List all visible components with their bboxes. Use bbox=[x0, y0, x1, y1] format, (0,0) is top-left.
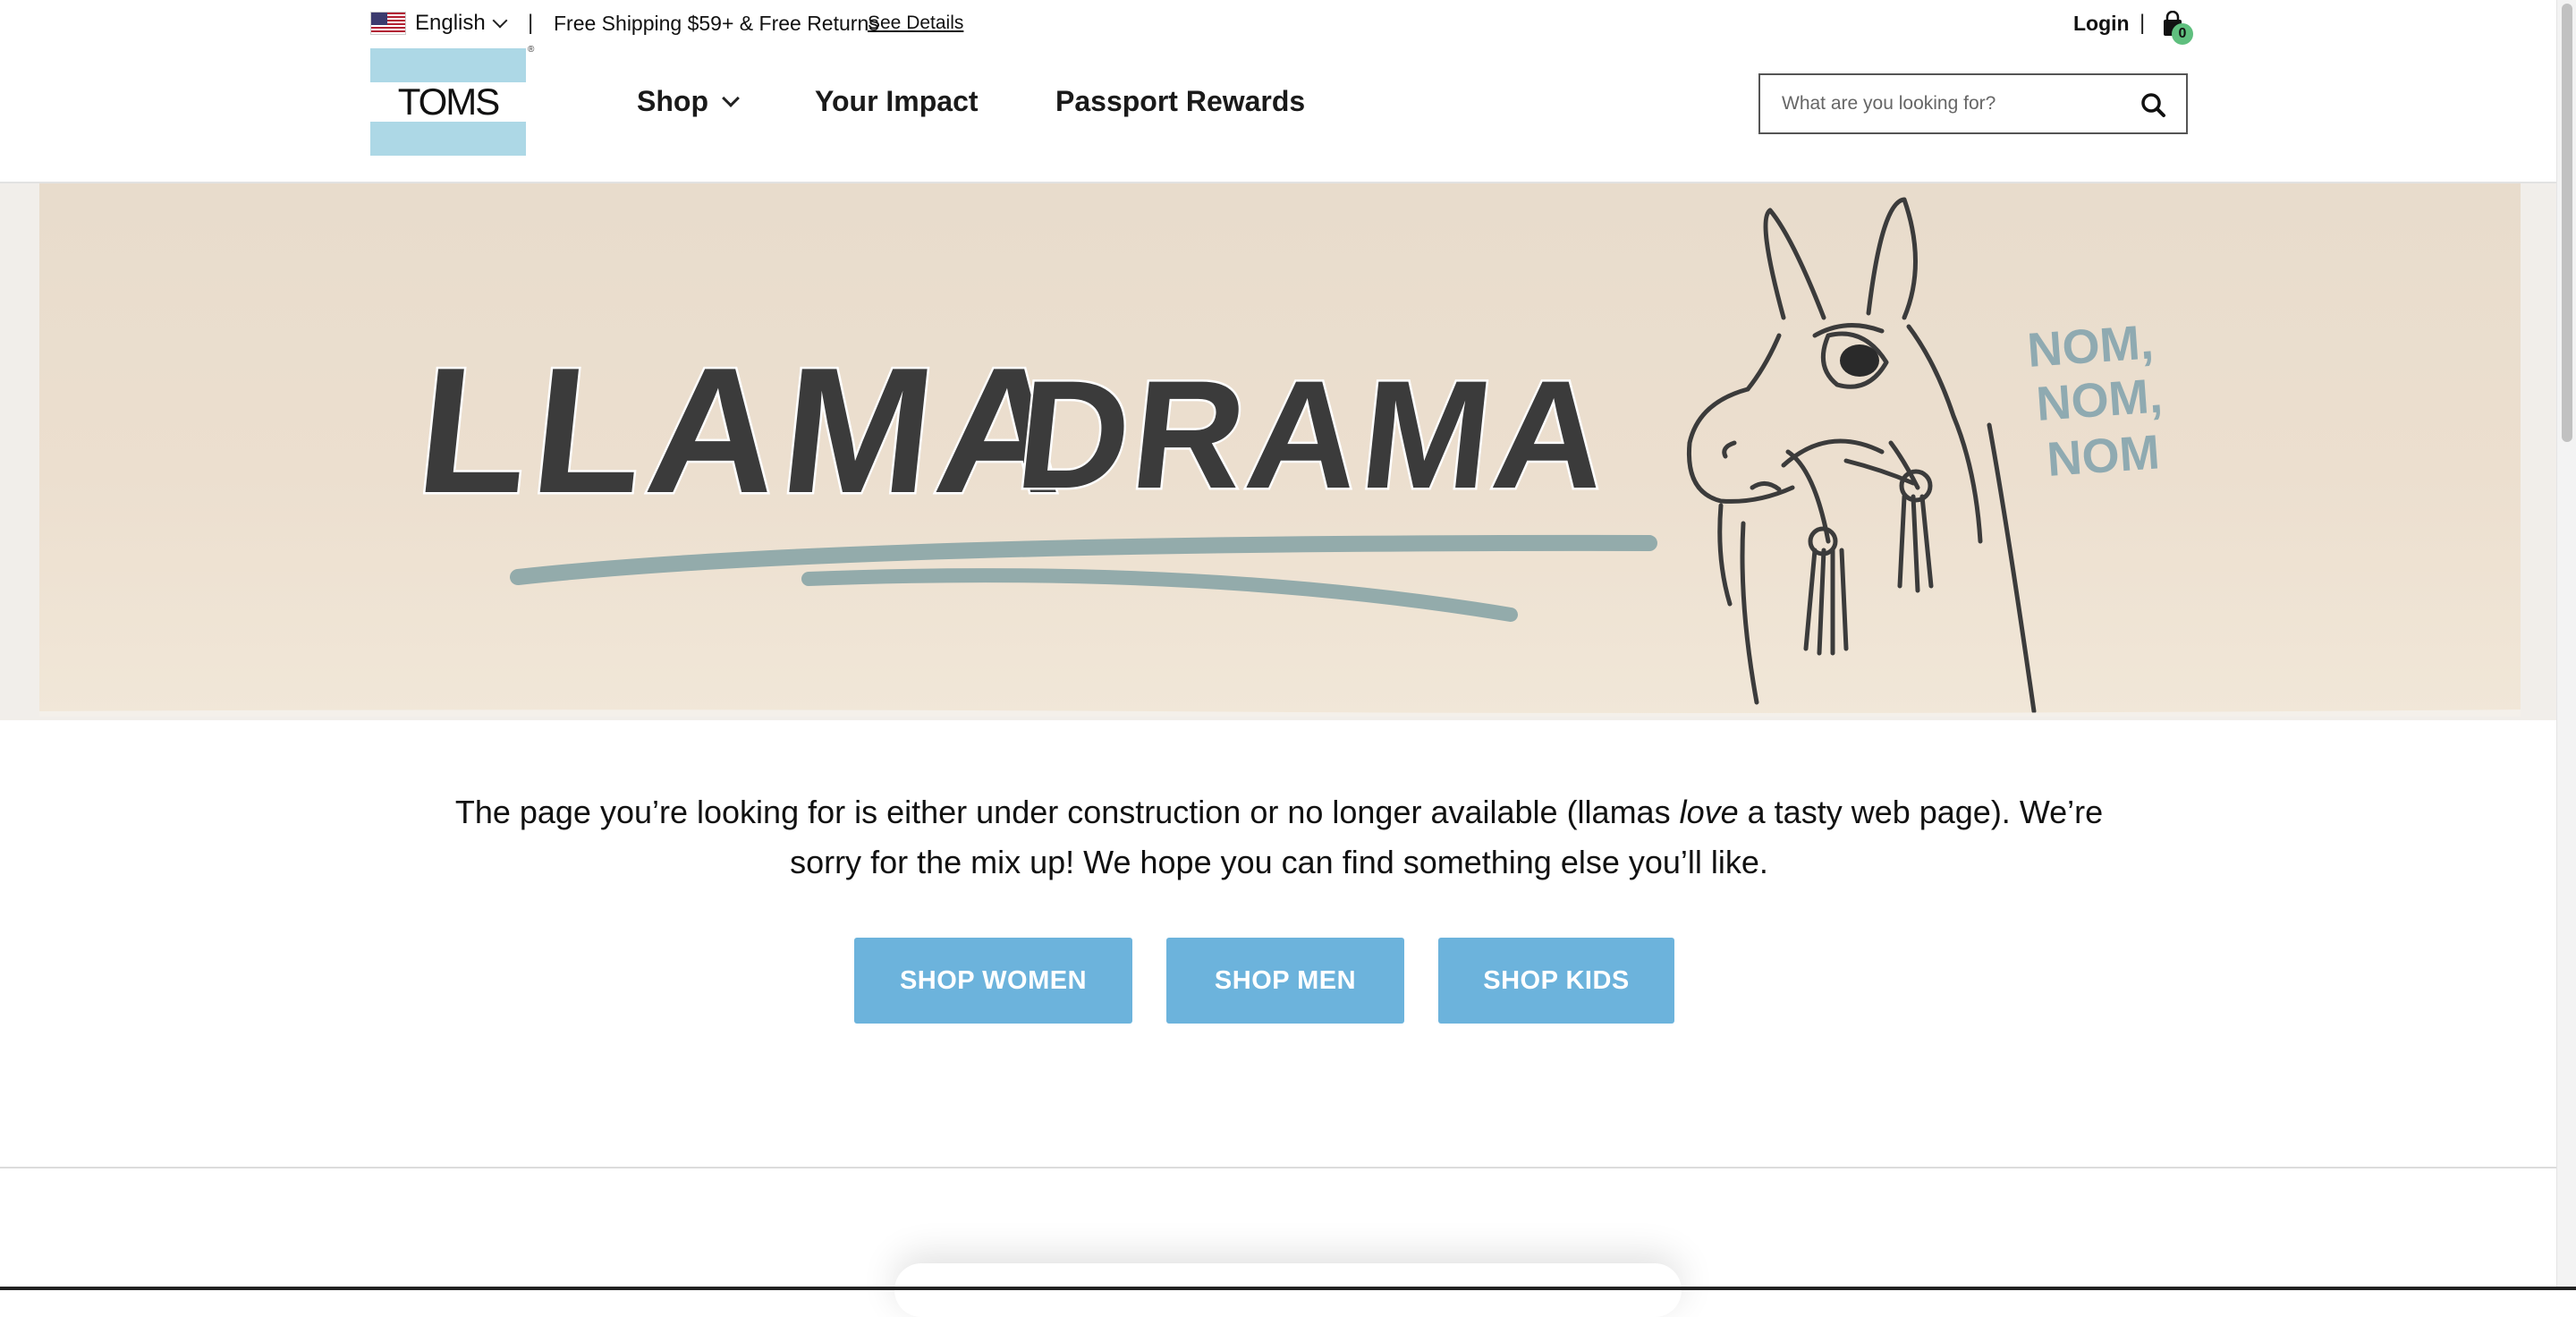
cart-count-badge: 0 bbox=[2172, 23, 2193, 45]
message-part-1: The page you’re looking for is either un… bbox=[454, 794, 1680, 830]
error-message: The page you’re looking for is either un… bbox=[420, 787, 2138, 888]
logo-text: TOMS bbox=[397, 81, 501, 123]
search-icon[interactable] bbox=[2136, 88, 2172, 123]
search-box bbox=[1758, 73, 2188, 134]
nav-passport-rewards[interactable]: Passport Rewards bbox=[1055, 81, 1305, 122]
scrollbar-thumb[interactable] bbox=[2562, 4, 2572, 442]
language-selector[interactable]: English bbox=[370, 9, 508, 38]
nav-your-impact[interactable]: Your Impact bbox=[815, 81, 979, 122]
shipping-promo: Free Shipping $59+ & Free Returns bbox=[554, 12, 879, 35]
language-label: English bbox=[415, 11, 486, 35]
hero-banner bbox=[39, 183, 2521, 717]
registered-mark: ® bbox=[528, 45, 535, 55]
chevron-down-icon bbox=[492, 13, 508, 29]
footer-divider bbox=[0, 1167, 2556, 1168]
nav-shop[interactable]: Shop bbox=[637, 81, 740, 122]
chevron-down-icon bbox=[722, 89, 740, 107]
login-link[interactable]: Login bbox=[2073, 9, 2130, 38]
cart-button[interactable]: 0 bbox=[2159, 9, 2193, 45]
separator: | bbox=[2140, 11, 2146, 35]
search-input[interactable] bbox=[1780, 86, 2120, 122]
floating-card bbox=[894, 1263, 1682, 1317]
separator: | bbox=[528, 11, 534, 35]
llama-illustration bbox=[39, 197, 2521, 717]
see-details-link[interactable]: See Details bbox=[868, 9, 963, 38]
shop-women-button[interactable]: SHOP WOMEN bbox=[854, 938, 1132, 1024]
shop-kids-button[interactable]: SHOP KIDS bbox=[1438, 938, 1674, 1024]
message-emphasis: love bbox=[1679, 794, 1739, 830]
window-bottom-edge bbox=[0, 1287, 2576, 1290]
scrollbar[interactable] bbox=[2556, 0, 2576, 1290]
nav-shop-label: Shop bbox=[637, 85, 708, 117]
shop-men-button[interactable]: SHOP MEN bbox=[1166, 938, 1404, 1024]
toms-logo[interactable]: TOMS ® bbox=[370, 45, 534, 156]
us-flag-icon bbox=[370, 12, 406, 35]
utility-bar: English | Free Shipping $59+ & Free Retu… bbox=[0, 0, 2556, 47]
